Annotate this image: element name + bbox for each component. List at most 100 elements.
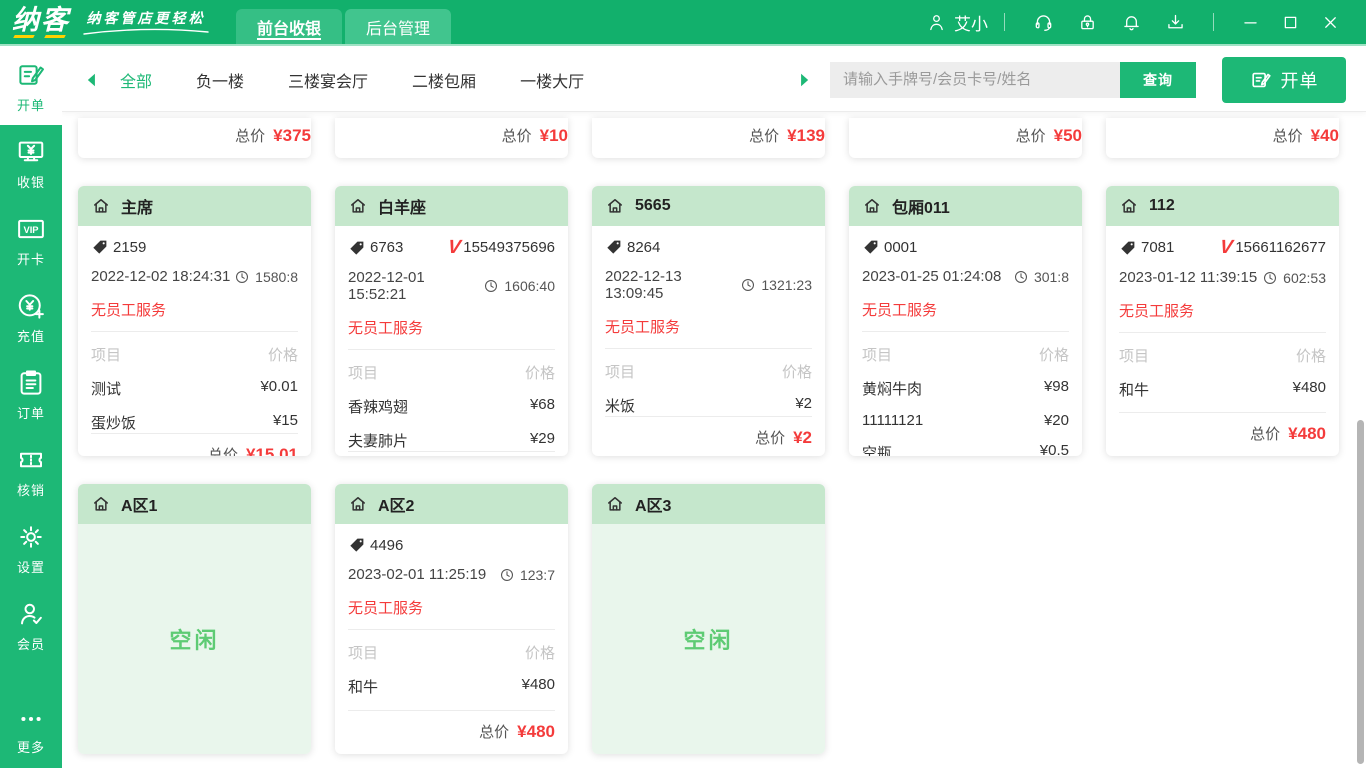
close-icon bbox=[1321, 13, 1340, 32]
svg-text:VIP: VIP bbox=[23, 224, 38, 234]
tag-icon bbox=[91, 238, 109, 256]
vip-icon: VIP bbox=[16, 214, 46, 244]
card-header: 白羊座 bbox=[335, 186, 568, 226]
card-total-row: 总价¥50 bbox=[849, 118, 1082, 158]
vip-icon: VIP bbox=[16, 214, 46, 244]
home-icon bbox=[348, 494, 368, 514]
sidebar-item-members[interactable]: 会员 bbox=[0, 587, 62, 664]
card-body: 空闲 bbox=[78, 524, 311, 754]
total-value: ¥375 bbox=[273, 126, 311, 146]
table-card[interactable]: 566582642022-12-13 13:09:451321:23无员工服务项… bbox=[592, 186, 825, 456]
order-item-row: 11111121¥20 bbox=[862, 412, 1069, 429]
vertical-scrollbar-thumb[interactable] bbox=[1357, 420, 1364, 764]
table-card-partial[interactable]: 总价¥10 bbox=[335, 118, 568, 158]
floor-filter-2[interactable]: 三楼宴会厅 bbox=[288, 68, 368, 92]
headset-button[interactable] bbox=[1030, 9, 1056, 35]
verify-icon bbox=[16, 445, 46, 475]
sidebar-item-open-order[interactable]: 开单 bbox=[0, 48, 62, 125]
items-header-row: 项目价格 bbox=[862, 331, 1069, 365]
floor-filter-4[interactable]: 一楼大厅 bbox=[520, 68, 584, 92]
edit-icon bbox=[1250, 69, 1272, 91]
tag-icon bbox=[1119, 239, 1137, 257]
table-card-partial[interactable]: 总价¥40 bbox=[1106, 118, 1339, 158]
settings-icon bbox=[16, 522, 46, 552]
edit-icon bbox=[16, 60, 46, 90]
tag-row: 0001 bbox=[862, 238, 1069, 256]
time-row: 2022-12-01 15:52:211606:40 bbox=[348, 269, 555, 303]
table-card[interactable]: 主席21592022-12-02 18:24:311580:8无员工服务项目价格… bbox=[78, 186, 311, 456]
sidebar-item-verify[interactable]: 核销 bbox=[0, 433, 62, 510]
table-card[interactable]: A区1 空闲 bbox=[78, 484, 311, 754]
table-card[interactable]: 白羊座6763V155493756962022-12-01 15:52:2116… bbox=[335, 186, 568, 456]
home-icon bbox=[91, 196, 111, 216]
home-icon bbox=[91, 494, 111, 514]
prev-floors-button[interactable] bbox=[82, 70, 102, 90]
clock-icon bbox=[1013, 269, 1029, 285]
topbar-tab-back-office[interactable]: 后台管理 bbox=[345, 9, 451, 44]
item-name: 和牛 bbox=[348, 676, 378, 697]
sidebar-item-cashier[interactable]: 收银 bbox=[0, 125, 62, 202]
table-card-partial[interactable]: 总价¥375 bbox=[78, 118, 311, 158]
card-header: A区1 bbox=[78, 484, 311, 524]
sidebar-item-label: 设置 bbox=[17, 557, 45, 576]
minimize-button[interactable] bbox=[1236, 8, 1264, 36]
floor-filter-0[interactable]: 全部 bbox=[120, 68, 152, 92]
duration-value: 602:53 bbox=[1283, 270, 1326, 286]
lock-button[interactable] bbox=[1074, 9, 1100, 35]
sidebar-item-settings[interactable]: 设置 bbox=[0, 510, 62, 587]
card-body: 21592022-12-02 18:24:311580:8无员工服务项目价格测试… bbox=[78, 226, 311, 456]
card-body: 82642022-12-13 13:09:451321:23无员工服务项目价格米… bbox=[592, 226, 825, 456]
table-card[interactable]: 包厢01100012023-01-25 01:24:08301:8无员工服务项目… bbox=[849, 186, 1082, 456]
item-col-header: 项目 bbox=[1119, 345, 1149, 366]
clock-icon bbox=[1262, 270, 1278, 286]
download-button[interactable] bbox=[1162, 9, 1188, 35]
clock-icon bbox=[740, 277, 756, 293]
duration: 301:8 bbox=[1013, 269, 1069, 285]
no-staff-label: 无员工服务 bbox=[348, 317, 555, 338]
item-col-header: 项目 bbox=[862, 344, 892, 365]
sidebar-item-more[interactable]: 更多 bbox=[0, 704, 62, 768]
table-card[interactable]: A区3空闲 bbox=[592, 484, 825, 754]
search-input[interactable] bbox=[830, 62, 1120, 98]
sidebar-item-recharge[interactable]: 充值 bbox=[0, 279, 62, 356]
price-col-header: 价格 bbox=[268, 344, 298, 365]
item-price: ¥20 bbox=[1044, 412, 1069, 429]
table-card[interactable]: 1127081V156611626772023-01-12 11:39:1560… bbox=[1106, 186, 1339, 456]
current-user[interactable]: 艾小 bbox=[926, 10, 988, 35]
vacant-label: 空闲 bbox=[169, 623, 219, 655]
time-row: 2023-01-25 01:24:08301:8 bbox=[862, 268, 1069, 285]
next-floors-button[interactable] bbox=[794, 70, 814, 90]
floor-filter-1[interactable]: 负一楼 bbox=[196, 68, 244, 92]
floor-filter-3[interactable]: 二楼包厢 bbox=[412, 68, 476, 92]
more-icon bbox=[18, 706, 44, 732]
hand-tag: 2159 bbox=[91, 238, 146, 256]
table-card-partial[interactable]: 总价¥139 bbox=[592, 118, 825, 158]
card-total-row: 总价¥2 bbox=[605, 416, 812, 456]
topbar-right: 艾小 bbox=[926, 8, 1366, 36]
close-button[interactable] bbox=[1316, 8, 1344, 36]
item-price: ¥98 bbox=[1044, 378, 1069, 399]
no-staff-label: 无员工服务 bbox=[1119, 300, 1326, 321]
search-button[interactable]: 查询 bbox=[1120, 62, 1196, 98]
lock-icon bbox=[1077, 12, 1098, 33]
home-icon bbox=[862, 196, 882, 216]
clock-icon bbox=[499, 567, 515, 583]
order-icon bbox=[16, 368, 46, 398]
sidebar-item-vip-card[interactable]: VIP开卡 bbox=[0, 202, 62, 279]
table-card[interactable]: A区244962023-02-01 11:25:19123:7无员工服务项目价格… bbox=[335, 484, 568, 754]
table-card-partial[interactable]: 总价¥50 bbox=[849, 118, 1082, 158]
card-body: 7081V156611626772023-01-12 11:39:15602:5… bbox=[1106, 226, 1339, 456]
items-header-row: 项目价格 bbox=[1119, 332, 1326, 366]
sidebar-item-label: 更多 bbox=[17, 737, 45, 756]
topbar-tab-front-desk[interactable]: 前台收银 bbox=[236, 9, 342, 44]
home-icon bbox=[348, 196, 368, 216]
duration-value: 123:7 bbox=[520, 567, 555, 583]
order-icon bbox=[16, 368, 46, 398]
maximize-button[interactable] bbox=[1276, 8, 1304, 36]
cashier-icon bbox=[16, 137, 46, 167]
sidebar-item-orders[interactable]: 订单 bbox=[0, 356, 62, 433]
open-order-button[interactable]: 开单 bbox=[1222, 57, 1346, 103]
tag-icon bbox=[348, 536, 366, 554]
bell-button[interactable] bbox=[1118, 9, 1144, 35]
hand-tag-number: 7081 bbox=[1141, 239, 1174, 256]
